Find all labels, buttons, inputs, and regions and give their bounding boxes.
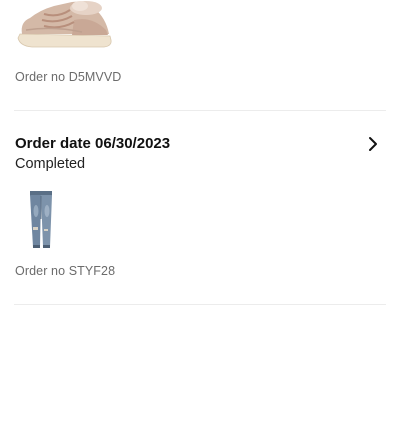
divider <box>14 304 386 305</box>
sneaker-product-image <box>17 1 112 48</box>
order-number: Order no STYF28 <box>15 264 116 278</box>
chevron-right-icon[interactable] <box>364 135 382 153</box>
order-card[interactable]: Order no D5MVVD <box>0 0 400 110</box>
jeans-product-image <box>30 191 52 248</box>
order-date: Order date 06/30/2023 <box>15 135 171 152</box>
orders-page: Order no D5MVVD Order date 06/30/2023 Co… <box>0 0 400 424</box>
order-status: Completed <box>15 156 86 172</box>
order-card[interactable]: Order date 06/30/2023 Completed Order no… <box>0 111 400 305</box>
order-number: Order no D5MVVD <box>15 70 122 84</box>
